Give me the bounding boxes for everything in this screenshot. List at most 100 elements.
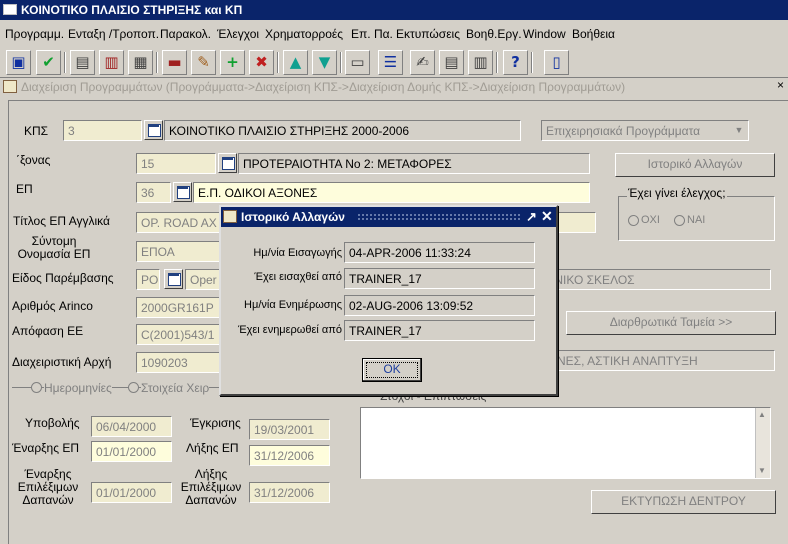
authority-right-field[interactable]: ΝΕΣ, ΑΣΤΙΚΗ ΑΝΑΠΤΥΞΗ: [552, 350, 775, 371]
updated-by-field[interactable]: TRAINER_17: [344, 320, 535, 341]
authority-field[interactable]: 1090203: [136, 352, 226, 373]
document-icon: ▤: [444, 53, 459, 71]
axis-code-field[interactable]: 15: [136, 153, 216, 174]
intervention-right-field[interactable]: ΟΝΙΚΟ ΣΚΕΛΟΣ: [540, 269, 771, 290]
insert-record-icon: +: [226, 53, 239, 71]
program-type-select[interactable]: Επιχειρησιακά Προγράμματα: [541, 120, 749, 141]
kps-code-field[interactable]: 3: [63, 120, 142, 141]
exit-button[interactable]: ▯: [544, 50, 569, 75]
scroll-up-icon[interactable]: ▲: [758, 410, 766, 419]
entered-by-field[interactable]: TRAINER_17: [344, 268, 535, 289]
previous-record-button[interactable]: ▲: [283, 50, 308, 75]
checked-label: Έχει γίνει έλεγχος;: [627, 186, 727, 200]
toolbar: ▣ ✔ ▤ ▥ ▦ ▬ ✎ + ✖ ▲ ▼ ▭ ☰ ✍ ▤ ▥ ? ▯: [0, 48, 788, 78]
ok-button[interactable]: OK: [362, 358, 422, 382]
entry-date-field[interactable]: 04-APR-2006 11:33:24: [344, 242, 535, 263]
menu-checks[interactable]: Έλεγχοι: [217, 27, 259, 41]
eligible-end-label: Λήξης Επιλέξιμων Δαπανών: [180, 467, 242, 507]
menu-cashflows[interactable]: Χρηματορροές: [265, 27, 343, 41]
chevron-down-icon[interactable]: ▼: [731, 122, 747, 139]
decision-label: Απόφαση ΕΕ: [12, 324, 84, 338]
ep-description-field[interactable]: Ε.Π. ΟΔΙΚΟΙ ΑΞΟΝΕΣ: [193, 182, 590, 203]
start-date-field[interactable]: 01/01/2000: [91, 441, 172, 462]
notes-icon: ✍: [416, 53, 429, 71]
toolbar-separator: [156, 52, 158, 73]
accept-button[interactable]: ✔: [36, 50, 61, 75]
insert-record-button[interactable]: +: [220, 50, 245, 75]
cancel-query-button[interactable]: ▥: [99, 50, 124, 75]
menu-printouts[interactable]: Εκτυπώσεις: [396, 27, 460, 41]
axis-lov-icon[interactable]: [218, 153, 237, 173]
ep-code-field[interactable]: 36: [136, 182, 171, 203]
menu-window[interactable]: Window: [523, 27, 566, 41]
edit-icon: ✎: [197, 53, 210, 71]
dialog-title-bar: Ιστορικό Αλλαγών ↗ ✕: [221, 207, 556, 227]
intervention-label: Είδος Παρέμβασης: [12, 271, 114, 285]
menu-monitoring[interactable]: Παρακολ.: [160, 27, 211, 41]
edit-button[interactable]: ✎: [191, 50, 216, 75]
arinco-label: Αριθμός Arinco: [12, 299, 93, 313]
intervention-code-field[interactable]: PO: [136, 269, 160, 290]
list-of-values-icon: ☰: [383, 53, 398, 71]
tab-data-label[interactable]: Στοιχεία Χειρ: [141, 381, 210, 395]
clear-record-button[interactable]: ▬: [162, 50, 187, 75]
decision-field[interactable]: C(2001)543/1: [136, 324, 226, 345]
delete-record-icon: ✖: [255, 53, 268, 71]
tab-data-radio[interactable]: [128, 382, 139, 393]
menu-tools[interactable]: Βοηθ.Εργ.: [466, 27, 522, 41]
document-button[interactable]: ▤: [439, 50, 464, 75]
menu-help[interactable]: Βοήθεια: [572, 27, 615, 41]
entered-by-label: Έχει εισαχθεί από: [254, 271, 342, 283]
execute-query-button[interactable]: ▦: [128, 50, 153, 75]
eligible-start-label: Έναρξης Επιλέξιμων Δαπανών: [17, 467, 79, 507]
notes-button[interactable]: ✍: [410, 50, 435, 75]
print-button[interactable]: ▭: [345, 50, 370, 75]
subwindow-close-icon[interactable]: ×: [777, 78, 784, 92]
intervention-lov-icon[interactable]: [164, 269, 183, 289]
approval-label: Έγκρισης: [190, 416, 241, 430]
entry-date-label: Ημ/νία Εισαγωγής: [253, 247, 342, 259]
structural-funds-button[interactable]: Διαρθρωτικά Ταμεία >>: [566, 311, 776, 335]
next-record-button[interactable]: ▼: [312, 50, 337, 75]
delete-record-button[interactable]: ✖: [249, 50, 274, 75]
update-date-field[interactable]: 02-AUG-2006 13:09:52: [344, 295, 535, 316]
notes-scrollbar[interactable]: ▲ ▼: [755, 408, 770, 478]
history-button[interactable]: Ιστορικό Αλλαγών: [615, 153, 775, 177]
tab-dates-label[interactable]: Ημερομηνίες: [44, 381, 112, 395]
update-date-label: Ημ/νία Ενημέρωσης: [244, 299, 342, 311]
radio-no[interactable]: [628, 215, 639, 226]
menu-bar: Προγραμμ. Ενταξη /Τροποπ. Παρακολ. Έλεγχ…: [0, 22, 788, 46]
menu-inclusion[interactable]: Ενταξη /Τροποπ.: [68, 27, 159, 41]
menu-ep-pa[interactable]: Επ. Πα.: [351, 27, 393, 41]
start-label: Έναρξης ΕΠ: [12, 441, 80, 455]
app-title: ΚΟΙΝΟΤΙΚΟ ΠΛΑΙΣΙΟ ΣΤΗΡΙΞΗΣ και ΚΠ: [21, 3, 243, 17]
radio-yes[interactable]: [674, 215, 685, 226]
approval-date-field[interactable]: 19/03/2001: [249, 419, 330, 440]
scroll-down-icon[interactable]: ▼: [758, 466, 766, 475]
help-button[interactable]: ?: [503, 50, 528, 75]
eligible-end-date-field[interactable]: 31/12/2006: [249, 482, 330, 503]
subwindow-title-bar: Διαχείριση Προγραμμάτων (Προγράμματα->Δι…: [0, 78, 788, 96]
submission-date-field[interactable]: 06/04/2000: [91, 416, 172, 437]
save-button[interactable]: ▣: [6, 50, 31, 75]
window-icon: [3, 4, 17, 15]
toolbar-separator: [496, 52, 498, 73]
app-title-bar: ΚΟΙΝΟΤΙΚΟ ΠΛΑΙΣΙΟ ΣΤΗΡΙΞΗΣ και ΚΠ: [0, 0, 788, 20]
kps-lov-icon[interactable]: [144, 120, 163, 140]
dialog-close-icon[interactable]: ✕: [541, 208, 553, 225]
ep-label: ΕΠ: [16, 182, 33, 196]
end-date-field[interactable]: 31/12/2006: [249, 445, 330, 466]
ep-lov-icon[interactable]: [173, 182, 192, 202]
eligible-start-date-field[interactable]: 01/01/2000: [91, 482, 172, 503]
clipboard-button[interactable]: ▥: [468, 50, 493, 75]
tab-dates-radio[interactable]: [31, 382, 42, 393]
axis-description-field[interactable]: ΠΡΟΤΕΡΑΙΟΤΗΤΑ Νο 2: ΜΕΤΑΦΟΡΕΣ: [238, 153, 590, 174]
print-tree-button[interactable]: ΕΚΤΥΠΩΣΗ ΔΕΝΤΡΟΥ: [591, 490, 776, 514]
dialog-maximize-icon[interactable]: ↗: [526, 209, 537, 225]
menu-programs[interactable]: Προγραμμ.: [5, 27, 64, 41]
arinco-field[interactable]: 2000GR161P: [136, 297, 226, 318]
kps-description-field[interactable]: ΚΟΙΝΟΤΙΚΟ ΠΛΑΙΣΙΟ ΣΤΗΡΙΞΗΣ 2000-2006: [164, 120, 521, 141]
list-of-values-button[interactable]: ☰: [378, 50, 403, 75]
enter-query-button[interactable]: ▤: [70, 50, 95, 75]
notes-textarea[interactable]: [360, 407, 771, 479]
